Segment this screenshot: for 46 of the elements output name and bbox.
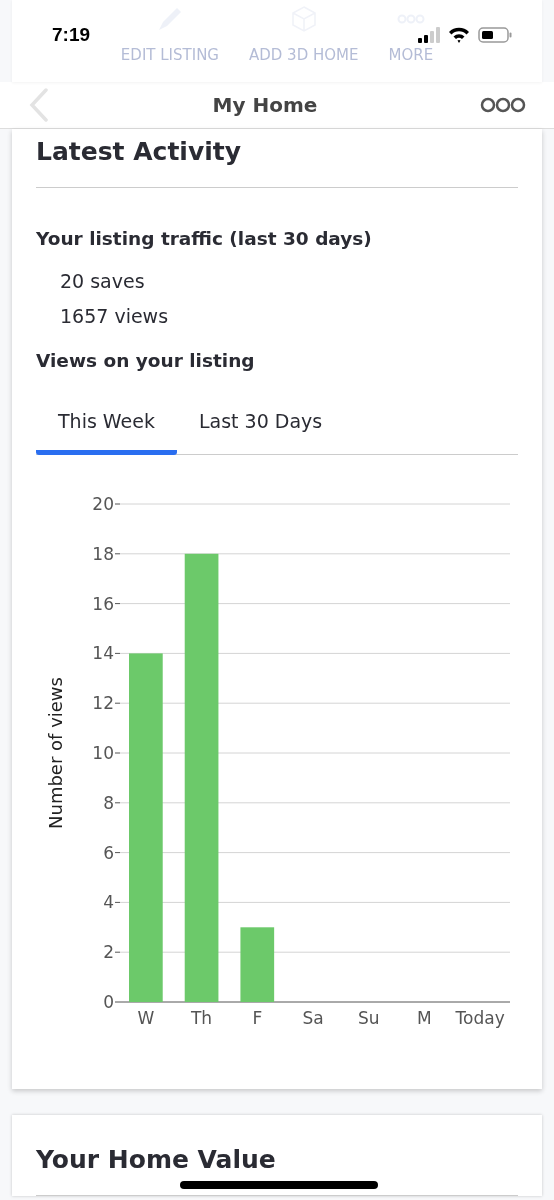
tick-mark (114, 901, 121, 903)
status-time: 7:19 (52, 24, 91, 46)
wifi-icon (448, 27, 470, 43)
y-tick-label: 18 (92, 543, 114, 564)
x-tick-label: Su (357, 1007, 380, 1028)
battery-icon (478, 27, 512, 43)
signal-icon (418, 27, 440, 43)
traffic-heading: Your listing traffic (last 30 days) (36, 227, 373, 251)
more-icon[interactable] (480, 97, 526, 113)
toolbar-action[interactable]: EDIT LISTING (120, 0, 219, 82)
x-tick-label: Sa (302, 1007, 324, 1028)
x-tick-label: Today (454, 1007, 505, 1028)
y-tick-label: 4 (103, 892, 114, 913)
y-tick-label: 8 (103, 792, 114, 813)
y-tick-label: 14 (92, 643, 114, 664)
traffic-stat: 20 saves (60, 269, 146, 294)
toolbar-action[interactable]: MORE (388, 0, 434, 82)
chart-tab[interactable]: This Week (36, 398, 177, 455)
traffic-stat: 1657 views (60, 304, 170, 329)
y-tick-label: 10 (92, 743, 114, 763)
tick-mark (114, 553, 121, 555)
y-tick-label: 16 (92, 593, 114, 614)
tick-mark (114, 951, 121, 953)
page-title: My Home (212, 93, 318, 117)
toolbar-action[interactable]: ADD 3D HOME (249, 0, 359, 82)
y-tick-label: 2 (103, 942, 114, 963)
y-axis-title: Number of views (45, 677, 66, 829)
x-tick-label: M (417, 1007, 432, 1028)
tick-mark (114, 603, 121, 605)
section-title: Your Home Value (36, 1144, 277, 1176)
y-tick-label: 20 (92, 494, 114, 514)
tick-mark (114, 852, 121, 854)
y-tick-label: 0 (103, 992, 114, 1012)
tick-mark (114, 702, 121, 704)
x-tick-label: F (252, 1007, 263, 1028)
tick-mark (114, 752, 121, 754)
tick-mark (114, 652, 121, 654)
y-tick-label: 6 (103, 842, 114, 863)
y-tick-label: 12 (92, 693, 114, 714)
x-tick-label: W (137, 1007, 155, 1028)
section-title: Latest Activity (36, 136, 243, 168)
tick-mark (114, 802, 121, 804)
chart-tab[interactable]: Last 30 Days (176, 398, 345, 455)
tick-mark (114, 503, 121, 505)
x-tick-label: Th (189, 1007, 213, 1028)
views-heading: Views on your listing (36, 349, 256, 373)
